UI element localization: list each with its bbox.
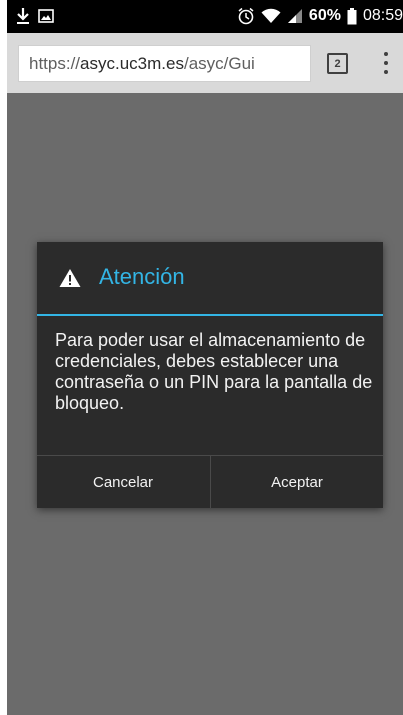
url-host: asyc.uc3m.es xyxy=(80,54,184,73)
overflow-menu-icon[interactable] xyxy=(377,50,395,76)
accept-button-label: Aceptar xyxy=(271,473,323,491)
status-bar: 60% 08:59 xyxy=(7,0,403,33)
image-icon xyxy=(38,9,54,23)
battery-percent: 60% xyxy=(308,7,341,24)
alarm-icon xyxy=(237,7,255,25)
clock: 08:59 xyxy=(362,7,403,24)
accept-button[interactable]: Aceptar xyxy=(211,456,383,508)
tab-count: 2 xyxy=(334,57,341,70)
dialog-message: Para poder usar el almacenamiento de cre… xyxy=(55,330,373,413)
browser-toolbar: https://asyc.uc3m.es/asyc/Gui 2 xyxy=(7,33,403,93)
alert-dialog: Atención Para poder usar el almacenamien… xyxy=(37,242,383,508)
warning-icon xyxy=(59,268,81,288)
url-path: /asyc/Gui xyxy=(183,54,255,73)
dialog-title: Atención xyxy=(99,264,185,289)
tab-switcher-button[interactable]: 2 xyxy=(327,53,348,74)
wifi-icon xyxy=(261,8,281,24)
cancel-button-label: Cancelar xyxy=(92,473,154,491)
dialog-title-divider xyxy=(37,314,383,316)
dialog-header: Atención xyxy=(37,242,383,314)
signal-icon xyxy=(287,8,303,24)
download-icon xyxy=(16,7,30,25)
battery-icon xyxy=(347,7,357,25)
url-prefix: https:// xyxy=(29,54,81,73)
url-bar[interactable]: https://asyc.uc3m.es/asyc/Gui xyxy=(18,45,311,82)
cancel-button[interactable]: Cancelar xyxy=(37,456,209,508)
